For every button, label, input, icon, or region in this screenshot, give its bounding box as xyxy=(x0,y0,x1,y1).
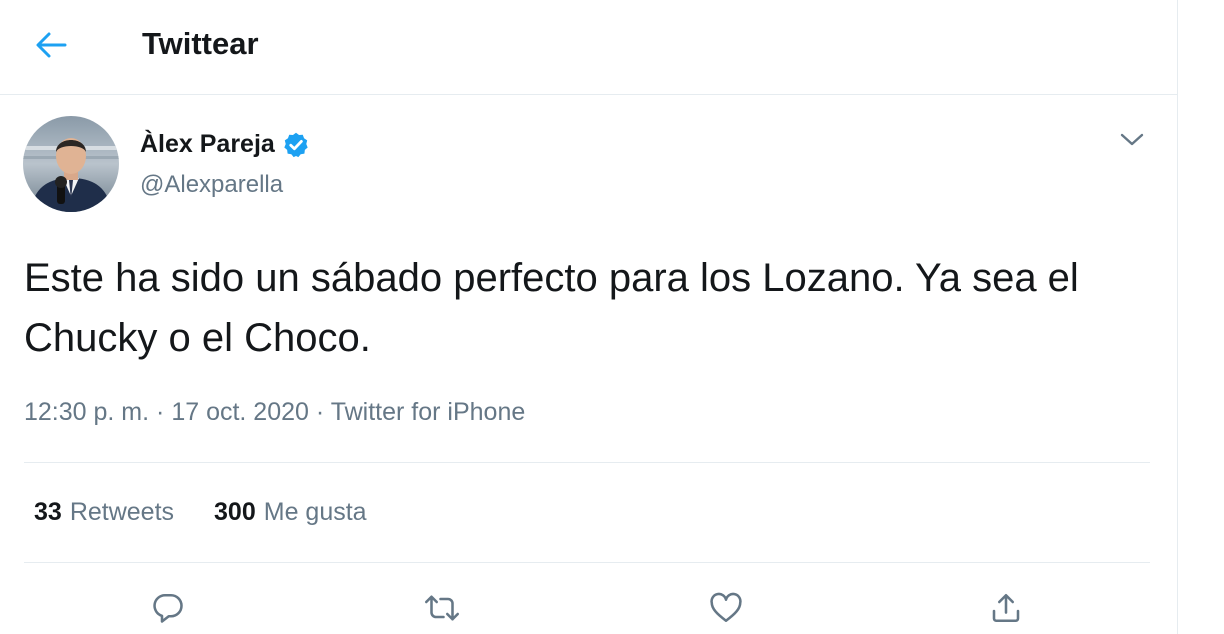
tweet-stats: 33 Retweets 300 Me gusta xyxy=(34,498,367,527)
avatar-photo xyxy=(23,116,119,212)
tweet-actions xyxy=(0,580,1178,634)
tweet-time[interactable]: 12:30 p. m. xyxy=(24,398,149,426)
divider xyxy=(24,462,1150,463)
retweets-label: Retweets xyxy=(69,498,175,526)
tweet-text: Este ha sido un sábado perfecto para los… xyxy=(24,256,1079,360)
heart-icon xyxy=(710,592,742,623)
divider xyxy=(24,562,1150,563)
meta-separator: · xyxy=(156,398,165,426)
tweet-source-link[interactable]: Twitter for iPhone xyxy=(331,398,526,426)
more-options-button[interactable] xyxy=(1116,124,1148,156)
page-title: Twittear xyxy=(142,26,259,61)
likes-stat[interactable]: 300 Me gusta xyxy=(214,498,367,527)
retweet-icon xyxy=(424,595,460,621)
chevron-down-icon xyxy=(1120,133,1144,146)
like-button[interactable] xyxy=(702,584,750,632)
retweet-button[interactable] xyxy=(418,584,466,632)
share-button[interactable] xyxy=(982,584,1030,632)
verified-badge-icon xyxy=(282,131,310,159)
author-handle[interactable]: @Alexparella xyxy=(140,171,283,199)
back-button[interactable] xyxy=(26,22,76,68)
reply-button[interactable] xyxy=(144,584,192,632)
back-arrow-icon xyxy=(36,32,67,58)
page-header: Twittear xyxy=(0,0,1178,95)
tweet-metadata: 12:30 p. m. · 17 oct. 2020 · Twitter for… xyxy=(24,398,525,427)
tweet-date[interactable]: 17 oct. 2020 xyxy=(171,398,309,426)
meta-separator: · xyxy=(315,398,325,426)
avatar[interactable] xyxy=(23,116,119,212)
retweets-stat[interactable]: 33 Retweets xyxy=(34,498,174,527)
retweets-count: 33 xyxy=(34,498,62,526)
author-name-text: Àlex Pareja xyxy=(140,130,275,158)
share-icon xyxy=(992,593,1020,623)
likes-label: Me gusta xyxy=(263,498,367,526)
tweet-detail-panel: Twittear Àlex Pareja @Alexparella Este h… xyxy=(0,0,1178,634)
likes-count: 300 xyxy=(214,498,256,526)
reply-icon xyxy=(153,593,183,623)
author-name[interactable]: Àlex Pareja xyxy=(140,130,310,159)
